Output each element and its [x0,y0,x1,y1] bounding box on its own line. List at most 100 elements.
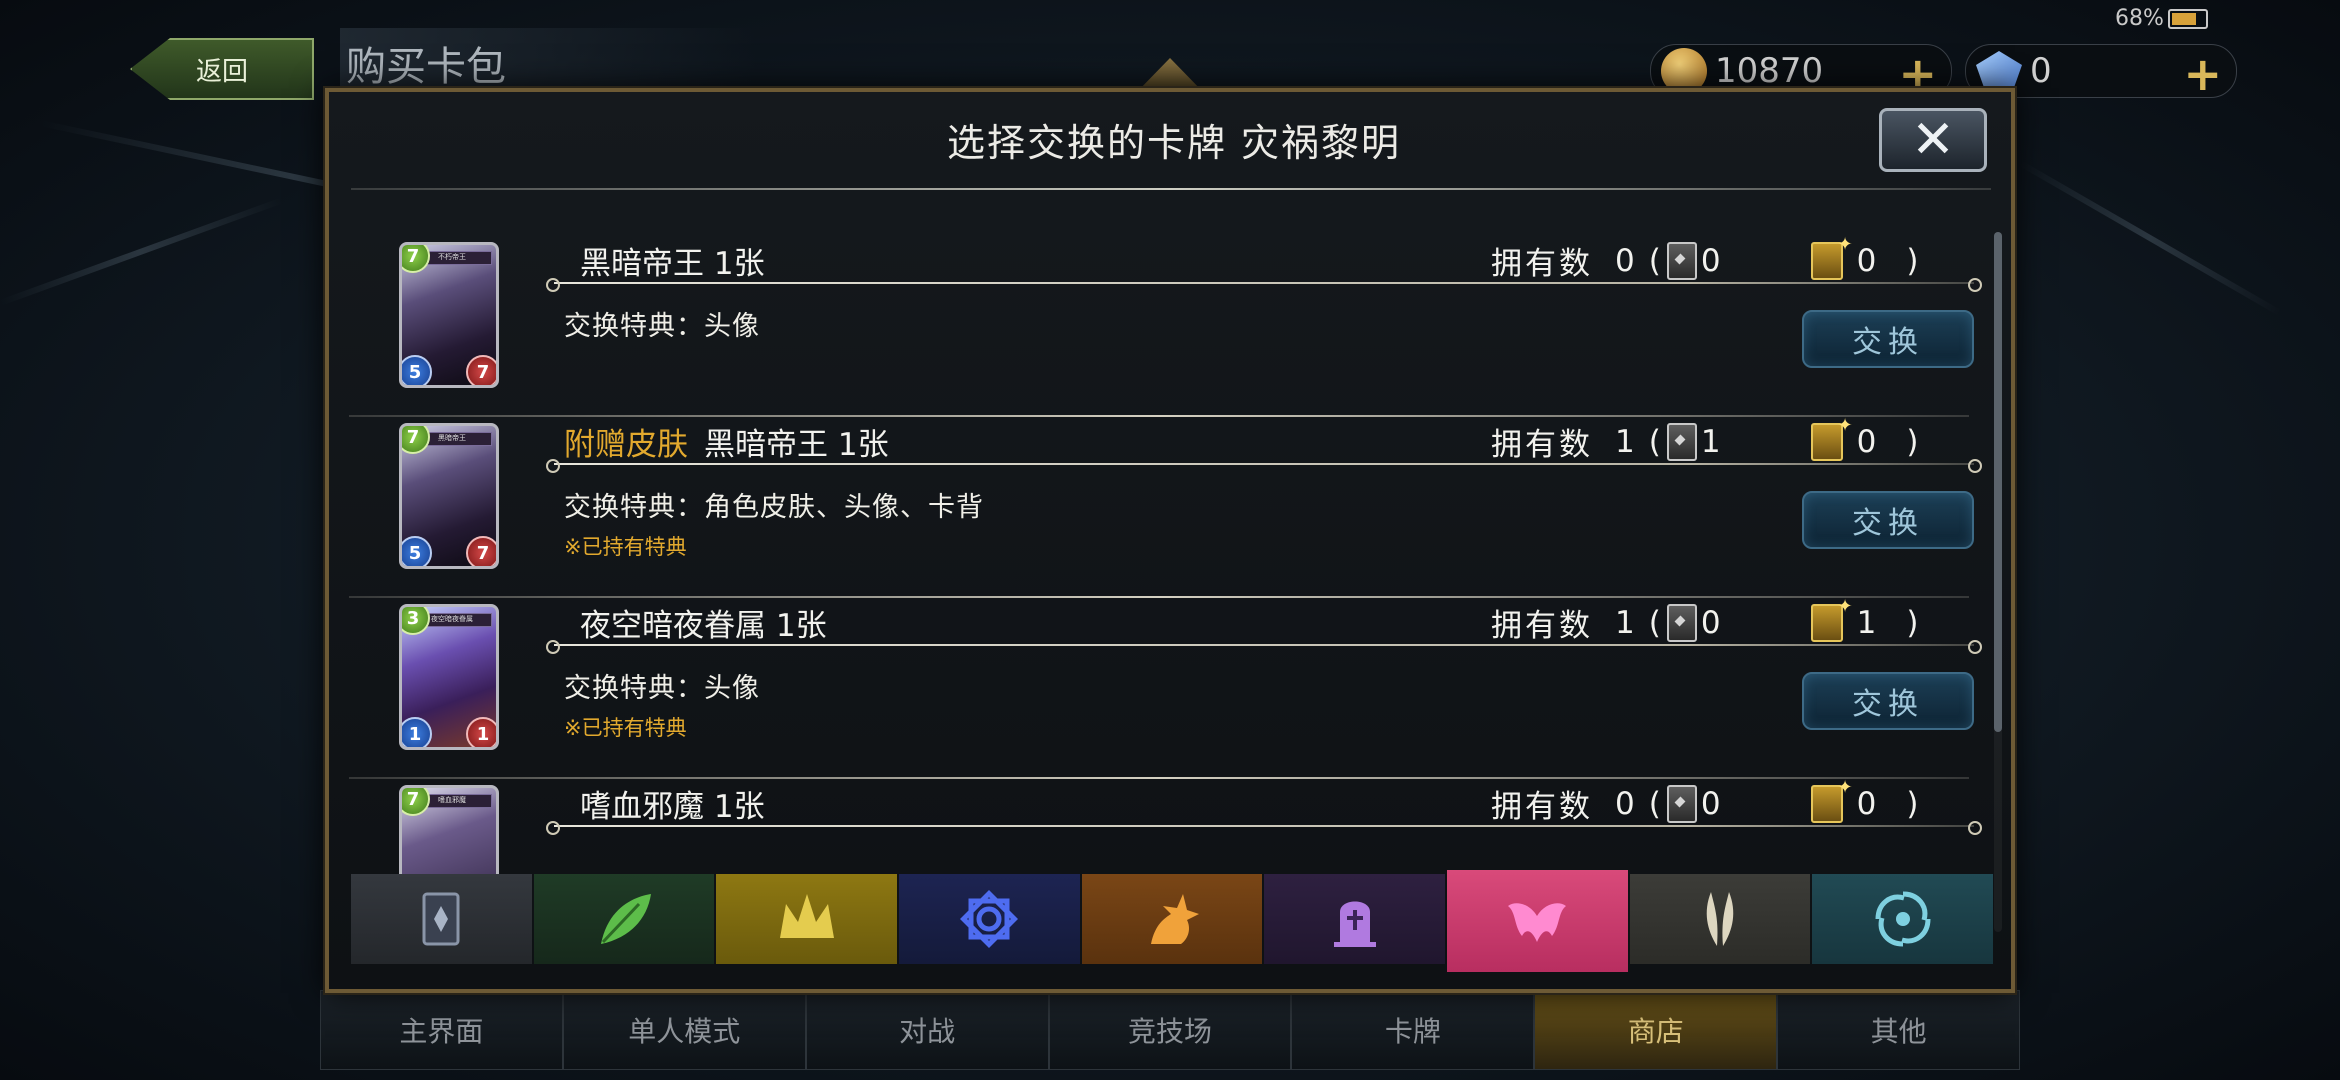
class-tab-havencraft[interactable] [1629,874,1811,964]
battery-text: 68% [2115,6,2164,31]
nav-arena[interactable]: 竞技场 [1048,990,1292,1070]
row-separator [546,278,1982,292]
back-label: 返回 [195,56,248,87]
bottom-nav: 主界面 单人模式 对战 竞技场 卡牌 商店 其他 [320,990,2021,1070]
row-separator [546,821,1982,835]
exchange-perk: 交换特典：角色皮肤、头像、卡背 [564,492,984,523]
owned-count: 拥有数 0 ( 0 0 ) [1491,777,1919,826]
owned-total: 1 [1615,604,1635,641]
card-exchange-dialog: 选择交换的卡牌 灾祸黎明 ✕ 不朽帝王 7 5 7 黑暗帝王 1张 拥有数 0 … [325,88,2015,993]
row-separator [546,459,1982,473]
title-divider [351,188,1991,190]
card-art[interactable]: 黑暗帝王 7 5 7 [399,423,499,569]
normal-card-icon [1666,603,1697,642]
card-name-text: 黑暗帝王 1张 [704,427,889,463]
class-filter-bar [351,870,1994,972]
owned-count: 拥有数 0 ( 0 0 ) [1491,234,1918,283]
scrollbar-thumb[interactable] [1994,232,2002,732]
owned-count: 拥有数 1 ( 1 0 ) [1491,415,1919,464]
owned-label: 拥有数 [1491,608,1593,644]
owned-count: 拥有数 1 ( 0 1 ) [1491,596,1918,645]
leaf-icon [601,894,651,944]
cost-gem: 7 [402,788,430,816]
gold-amount: 10870 [1715,51,1824,91]
premium-card-icon [1810,596,1853,642]
crystal-amount: 0 [2030,51,2052,91]
exchange-button[interactable]: 交换 [1802,310,1974,368]
class-tab-swordcraft[interactable] [716,874,898,964]
skin-tag: 附赠皮肤 [564,427,688,463]
premium-card-icon [1810,415,1853,461]
paren-close: ) [1906,423,1919,460]
owned-label: 拥有数 [1491,427,1593,463]
portal-swirl-icon [1875,891,1931,947]
owned-total: 0 [1615,785,1635,822]
card-row: 不朽帝王 7 5 7 黑暗帝王 1张 拥有数 0 ( 0 0 ) 交换特典：头像… [359,232,1982,412]
paren-close: ) [1906,785,1919,822]
premium-card-icon [1810,777,1853,823]
class-tab-portalcraft[interactable] [1812,874,1994,964]
owned-total: 0 [1615,242,1635,279]
close-button[interactable]: ✕ [1879,108,1987,172]
crystal-icon [1976,51,2022,91]
card-back-icon [422,892,460,946]
exchange-button[interactable]: 交换 [1802,491,1974,549]
class-tab-shadowcraft[interactable] [1264,874,1446,964]
back-button[interactable]: 返回 [130,38,314,100]
background-light-streak [0,197,283,306]
card-art[interactable]: 夜空暗夜眷属 3 1 1 [399,604,499,750]
dialog-title: 选择交换的卡牌 灾祸黎明 [946,121,1402,165]
cost-gem: 7 [402,426,430,454]
nav-cards[interactable]: 卡牌 [1291,990,1535,1070]
normal-count: 0 [1700,785,1721,822]
premium-count: 1 [1856,604,1877,641]
card-name: 夜空暗夜眷属 1张 [564,600,827,645]
normal-count: 0 [1700,604,1721,641]
normal-card-icon [1666,784,1697,823]
row-separator [546,640,1982,654]
defense-gem: 1 [466,717,496,747]
card-list[interactable]: 不朽帝王 7 5 7 黑暗帝王 1张 拥有数 0 ( 0 0 ) 交换特典：头像… [329,222,1989,962]
premium-count: 0 [1856,423,1877,460]
normal-card-icon [1666,422,1697,461]
exchange-perk: 交换特典：头像 [564,673,760,704]
class-tab-forestcraft[interactable] [533,874,715,964]
angel-wings-icon [1706,892,1734,946]
class-tab-dragoncraft[interactable] [1081,874,1263,964]
paren-open: ( [1648,604,1661,641]
cost-gem: 7 [402,245,430,273]
owned-label: 拥有数 [1491,789,1593,825]
add-crystal-button[interactable]: + [2183,47,2222,101]
close-icon: ✕ [1911,110,1955,170]
card-art[interactable]: 不朽帝王 7 5 7 [399,242,499,388]
bat-wings-icon [1508,903,1567,942]
class-tab-runecraft[interactable] [899,874,1080,964]
card-row: 夜空暗夜眷属 3 1 1 夜空暗夜眷属 1张 拥有数 1 ( 0 1 ) 交换特… [359,594,1982,774]
exchange-button[interactable]: 交换 [1802,672,1974,730]
paren-open: ( [1648,785,1661,822]
background-light-streak [2018,160,2282,316]
owned-total: 1 [1615,423,1635,460]
paren-open: ( [1648,242,1661,279]
nav-home[interactable]: 主界面 [320,990,563,1070]
premium-card-icon [1810,234,1853,280]
premium-count: 0 [1856,785,1877,822]
exchange-perk: 交换特典：头像 [564,311,760,342]
nav-other[interactable]: 其他 [1777,990,2021,1070]
attack-gem: 1 [402,717,432,747]
crown-icon [779,894,834,938]
defense-gem: 7 [466,536,496,566]
nav-battle[interactable]: 对战 [805,990,1049,1070]
dragon-icon [1151,894,1200,944]
battery-indicator: 68% [2115,6,2208,31]
card-name: 黑暗帝王 1张 [564,238,765,283]
class-tab-bloodcraft[interactable] [1447,870,1628,972]
card-name-text: 嗜血邪魔 1张 [580,789,765,825]
class-tab-neutral[interactable] [351,874,532,964]
nav-shop[interactable]: 商店 [1534,990,1778,1070]
card-name: 附赠皮肤 黑暗帝王 1张 [564,419,889,464]
card-row: 黑暗帝王 7 5 7 附赠皮肤黑暗帝王 1张 拥有数 1 ( 1 0 ) 交换特… [359,413,1982,593]
normal-count: 0 [1700,242,1721,279]
nav-solo[interactable]: 单人模式 [562,990,806,1070]
cost-gem: 3 [402,607,430,635]
